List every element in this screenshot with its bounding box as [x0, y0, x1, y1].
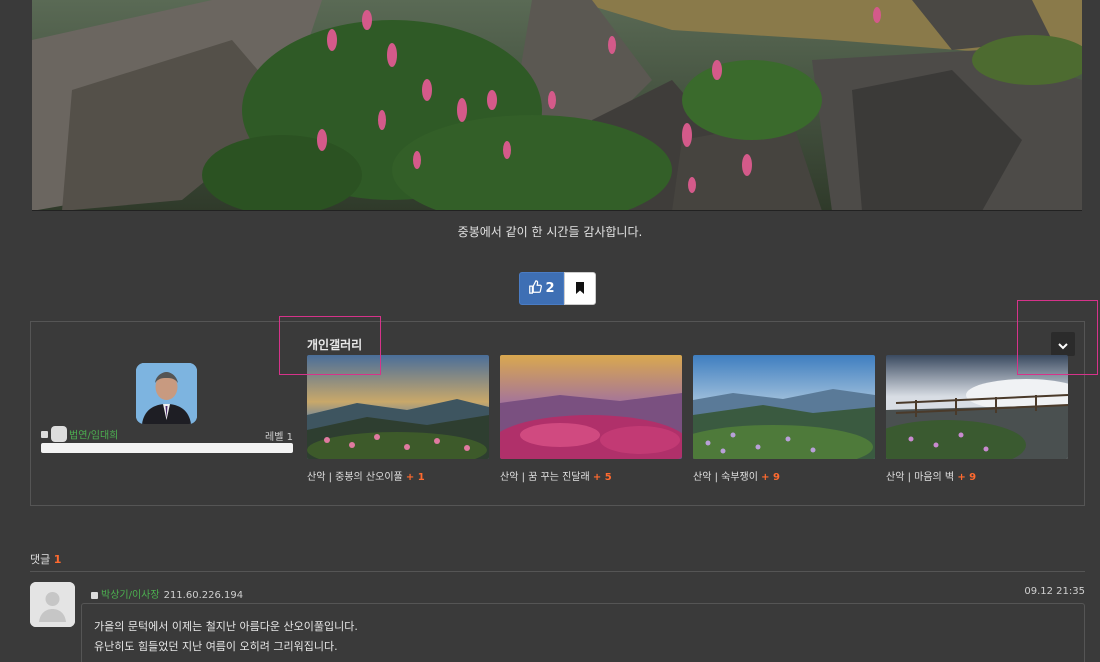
gallery-thumbnail[interactable]	[693, 355, 875, 459]
gallery-item[interactable]: 산악 | 꿈 꾸는 진달래 + 5	[500, 355, 682, 483]
gallery-caption[interactable]: 산악 | 중봉의 산오이풀 + 1	[307, 468, 489, 483]
comment-time: 09.12 21:35	[1024, 586, 1085, 597]
author-avatar[interactable]	[136, 363, 197, 424]
comment-author[interactable]: 박상기/이사장	[101, 590, 160, 601]
gallery-caption[interactable]: 산악 | 마음의 벽 + 9	[886, 468, 1068, 483]
author-mini-avatar-icon	[51, 426, 67, 442]
comment-body: 가을의 문턱에서 이제는 철지난 아름다운 산오이풀입니다. 유난히도 힘들었던…	[81, 603, 1085, 662]
commenter-avatar[interactable]	[30, 582, 75, 627]
comment-count: 1	[53, 553, 62, 566]
gallery-item[interactable]: 산악 | 숙부쟁이 + 9	[693, 355, 875, 483]
highlight-box-toggle	[1017, 300, 1098, 375]
gallery-thumbnail[interactable]	[500, 355, 682, 459]
author-profile-box: 법연/임대희 레벨 1 개인갤러리 산악 | 중봉의 산오이풀 + 1 산악 |…	[30, 321, 1085, 506]
post-main-photo	[32, 0, 1082, 211]
comment-ip: 211.60.226.194	[163, 590, 244, 601]
post-actions: 2	[519, 272, 596, 305]
like-button[interactable]: 2	[519, 272, 564, 305]
comments-header: 댓글 1	[30, 553, 62, 566]
post-caption: 중봉에서 같이 한 시간들 감사합니다.	[457, 225, 643, 239]
comment-meta: 박상기/이사장 211.60.226.194	[91, 586, 243, 601]
level-progress-bar	[41, 443, 293, 453]
highlight-box-gallery-title	[279, 316, 381, 375]
gallery-caption[interactable]: 산악 | 꿈 꾸는 진달래 + 5	[500, 468, 682, 483]
comment-line: 가을의 문턱에서 이제는 철지난 아름다운 산오이풀입니다.	[94, 620, 358, 633]
comment-line: 유난히도 힘들었던 지난 여름이 오히려 그리워집니다.	[94, 640, 338, 653]
bookmark-button[interactable]	[564, 272, 596, 305]
author-name[interactable]: 법연/임대희	[69, 431, 118, 442]
bookmark-icon	[575, 279, 585, 298]
member-badge-icon	[41, 430, 48, 438]
gallery-caption[interactable]: 산악 | 숙부쟁이 + 9	[693, 468, 875, 483]
gallery-list: 산악 | 중봉의 산오이풀 + 1 산악 | 꿈 꾸는 진달래 + 5 산악 |…	[307, 355, 1068, 483]
author-level: 레벨 1	[265, 432, 293, 443]
author-info: 법연/임대희 레벨 1	[41, 426, 293, 443]
thumbs-up-icon	[528, 279, 543, 298]
divider	[30, 571, 1085, 572]
like-count: 2	[545, 281, 555, 296]
member-badge-icon	[91, 591, 98, 599]
